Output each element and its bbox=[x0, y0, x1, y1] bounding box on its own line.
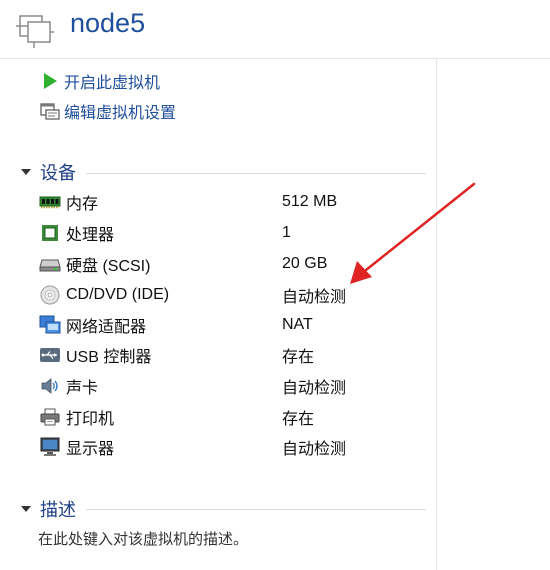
hard-disk-icon bbox=[38, 253, 62, 275]
device-name: USB 控制器 bbox=[66, 349, 152, 366]
device-row-hard-disk[interactable]: 硬盘 (SCSI) 20 GB bbox=[38, 251, 428, 277]
vm-description-field[interactable]: 在此处键入对该虚拟机的描述。 bbox=[38, 528, 248, 549]
description-section-header[interactable]: 描述 bbox=[18, 497, 76, 521]
device-value: 自动检测 bbox=[282, 380, 347, 397]
device-row-usb[interactable]: USB 控制器 存在 bbox=[38, 342, 428, 368]
edit-vm-settings-label: 编辑虚拟机设置 bbox=[64, 105, 177, 122]
device-name: 硬盘 (SCSI) bbox=[66, 258, 151, 275]
edit-settings-icon bbox=[40, 101, 60, 121]
collapse-triangle-icon bbox=[18, 501, 34, 517]
processor-icon bbox=[38, 222, 62, 244]
device-value: 自动检测 bbox=[282, 441, 347, 458]
device-value: NAT bbox=[282, 316, 313, 333]
device-name: 网络适配器 bbox=[66, 319, 147, 336]
device-value: 20 GB bbox=[282, 255, 328, 272]
device-row-sound-card[interactable]: 声卡 自动检测 bbox=[38, 373, 428, 399]
device-value: 1 bbox=[282, 224, 291, 241]
sound-card-icon bbox=[38, 375, 62, 397]
device-row-processor[interactable]: 处理器 1 bbox=[38, 220, 428, 246]
network-adapter-icon bbox=[38, 314, 62, 336]
devices-section-header[interactable]: 设备 bbox=[18, 160, 76, 184]
device-value: 自动检测 bbox=[282, 289, 347, 306]
device-value: 存在 bbox=[282, 411, 315, 428]
power-on-vm-label: 开启此虚拟机 bbox=[64, 75, 161, 92]
cd-dvd-icon bbox=[38, 284, 62, 306]
memory-icon bbox=[38, 191, 62, 213]
vm-summary-page: node5 开启此虚拟机 编辑虚拟机设置 设备 内存 512 MB 处理器 1 … bbox=[0, 0, 550, 570]
device-name: 显示器 bbox=[66, 441, 115, 458]
devices-section-title: 设备 bbox=[40, 163, 76, 183]
description-section-title: 描述 bbox=[40, 500, 76, 520]
device-name: 处理器 bbox=[66, 227, 115, 244]
play-icon bbox=[40, 71, 60, 91]
usb-icon bbox=[38, 344, 62, 366]
device-row-printer[interactable]: 打印机 存在 bbox=[38, 404, 428, 430]
device-row-display[interactable]: 显示器 自动检测 bbox=[38, 434, 428, 460]
power-on-vm-link[interactable]: 开启此虚拟机 bbox=[40, 71, 161, 92]
device-name: 打印机 bbox=[66, 411, 115, 428]
device-name: 内存 bbox=[66, 196, 99, 213]
edit-vm-settings-link[interactable]: 编辑虚拟机设置 bbox=[40, 101, 177, 122]
vm-icon bbox=[14, 8, 56, 50]
device-row-memory[interactable]: 内存 512 MB bbox=[38, 189, 428, 215]
device-value: 存在 bbox=[282, 349, 315, 366]
device-row-cd-dvd[interactable]: CD/DVD (IDE) 自动检测 bbox=[38, 282, 428, 308]
display-icon bbox=[38, 436, 62, 458]
device-name: 声卡 bbox=[66, 380, 99, 397]
device-name: CD/DVD (IDE) bbox=[66, 286, 170, 303]
device-value: 512 MB bbox=[282, 193, 338, 210]
description-section-divider bbox=[86, 509, 426, 510]
vm-header: node5 bbox=[0, 0, 550, 59]
devices-section-divider bbox=[86, 173, 426, 174]
printer-icon bbox=[38, 406, 62, 428]
device-row-network-adapter[interactable]: 网络适配器 NAT bbox=[38, 312, 428, 338]
collapse-triangle-icon bbox=[18, 164, 34, 180]
vm-title: node5 bbox=[70, 8, 146, 38]
